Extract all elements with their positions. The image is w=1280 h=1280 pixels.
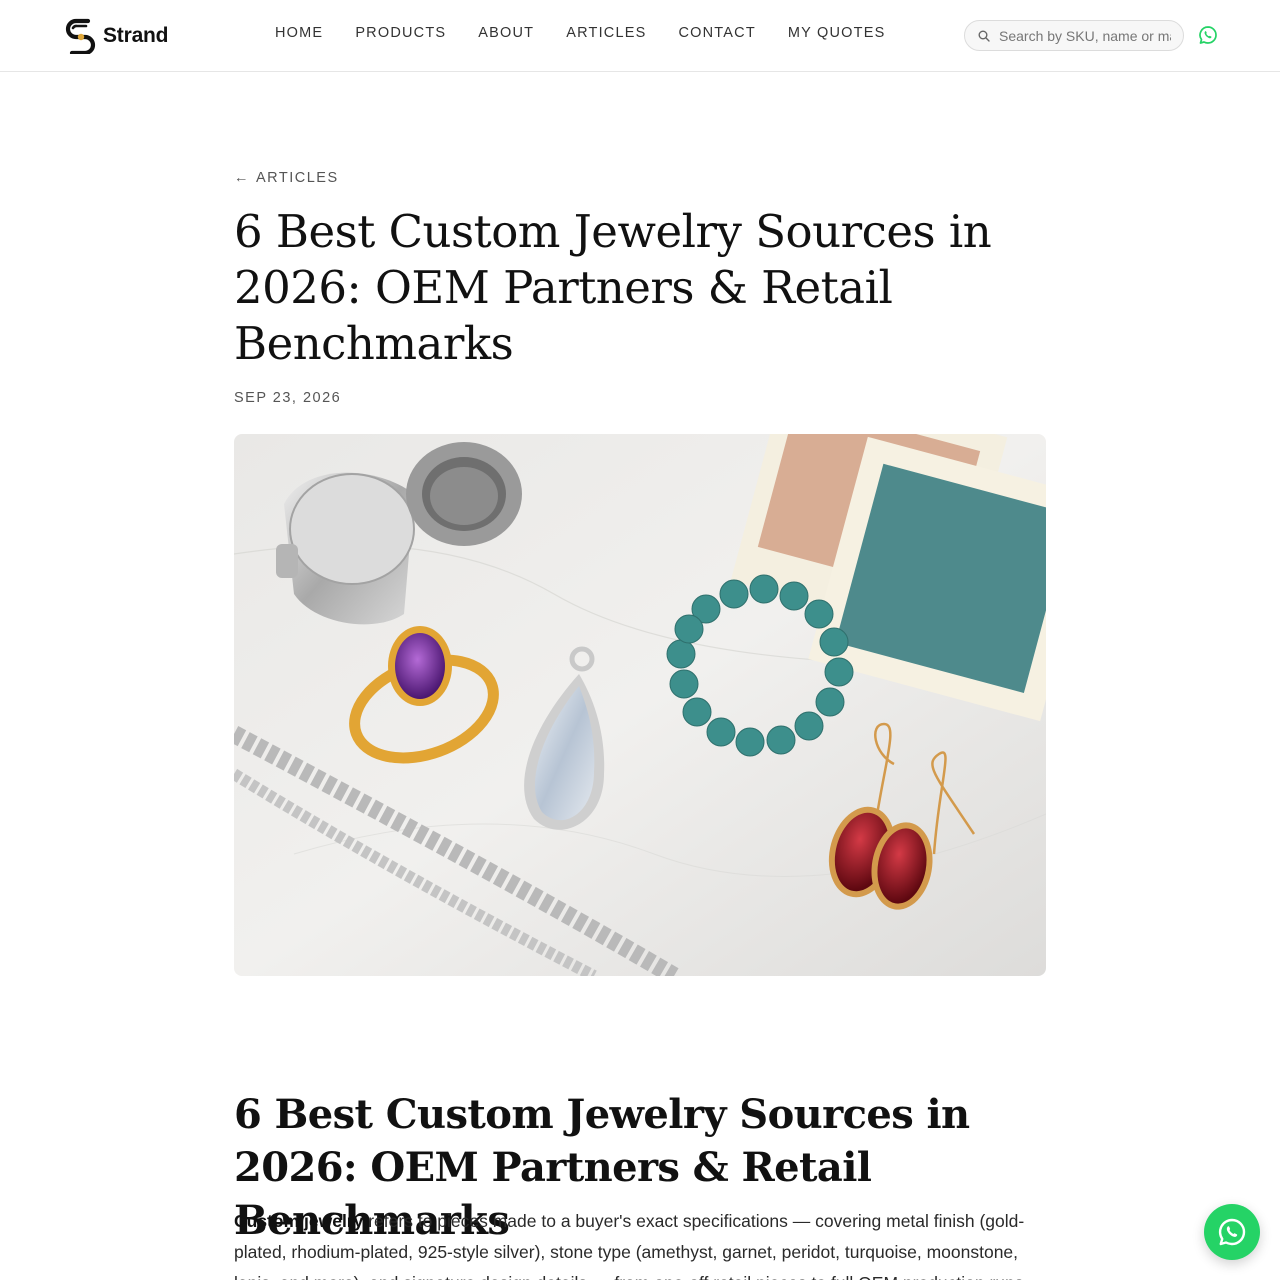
main-nav: HOME PRODUCTS ABOUT ARTICLES CONTACT MY … [275,25,885,41]
whatsapp-icon[interactable] [1198,25,1218,45]
search-box [964,20,1184,51]
whatsapp-icon [1218,1218,1246,1246]
nav-products[interactable]: PRODUCTS [355,25,446,41]
nav-home[interactable]: HOME [275,25,323,41]
site-header: Strand HOME PRODUCTS ABOUT ARTICLES CONT… [0,0,1280,72]
whatsapp-chat-button[interactable] [1204,1204,1260,1260]
nav-about[interactable]: ABOUT [478,25,534,41]
search-input[interactable] [999,27,1171,44]
article-date: SEP 23, 2026 [234,390,342,406]
nav-articles[interactable]: ARTICLES [566,25,646,41]
logo-link[interactable]: Strand [64,17,169,54]
nav-contact[interactable]: CONTACT [678,25,755,41]
hero-image [234,434,1046,976]
back-arrow-icon: ← [234,170,250,186]
back-to-articles-link[interactable]: ← ARTICLES [234,170,339,186]
nav-my-quotes[interactable]: MY QUOTES [788,25,886,41]
intro-highlight: Custom jewelry [234,1211,364,1231]
search-icon [978,30,990,42]
brand-name: Strand [103,23,169,47]
article-intro: Custom jewelry refers to pieces made to … [234,1206,1046,1280]
strand-logo-icon [65,18,96,54]
article-title: 6 Best Custom Jewelry Sources in 2026: O… [234,205,992,370]
back-link-label: ARTICLES [256,170,339,186]
